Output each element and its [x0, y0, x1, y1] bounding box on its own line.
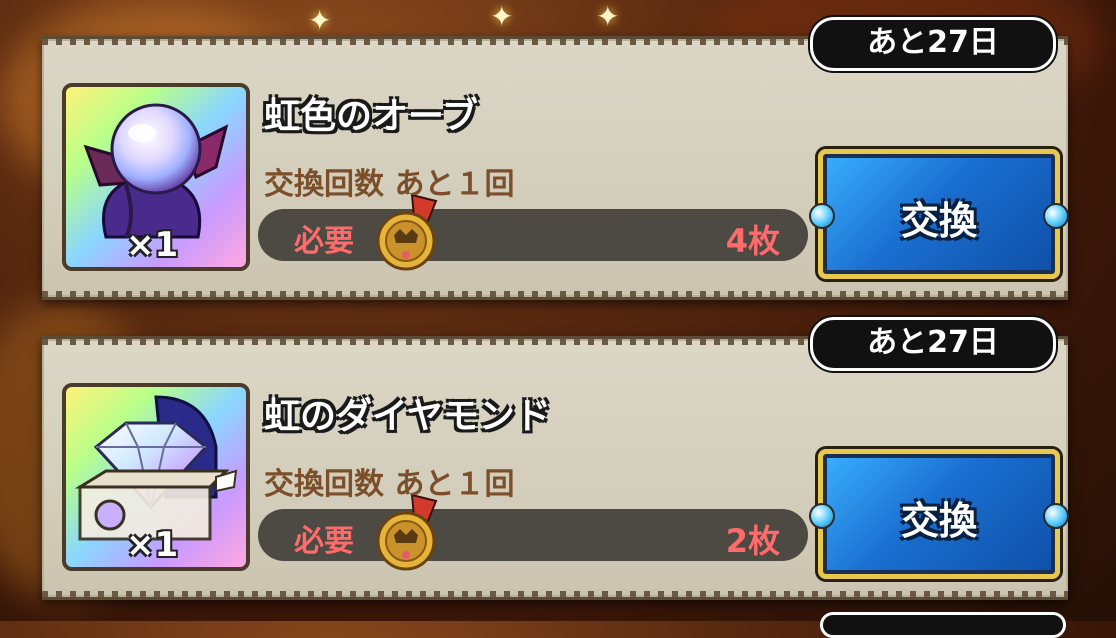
deadline-badge: あと27日: [810, 17, 1056, 71]
exchange-button[interactable]: 交換: [809, 149, 1069, 279]
item-name: 虹色のオーブ: [264, 96, 478, 137]
requirement-bar: 必要 4枚: [258, 195, 808, 271]
requirement-amount: 4枚: [725, 222, 780, 260]
sparkle-icon: ✦: [490, 0, 514, 33]
rainbow-orb-icon[interactable]: ×1: [62, 83, 250, 271]
exchange-button-label: 交換: [900, 199, 977, 243]
item-name: 虹のダイヤモンド: [264, 396, 551, 437]
exchange-button-label: 交換: [900, 499, 977, 543]
deadline-badge: あと27日: [810, 317, 1056, 371]
requirement-bar: 必要 2枚: [258, 495, 808, 571]
requirement-amount: 2枚: [725, 522, 780, 560]
sparkle-icon: ✦: [308, 4, 332, 37]
item-quantity: ×1: [126, 525, 179, 565]
exchange-item-card: あと27日 ×1 虹色のオーブ 交換回数 あと１回 必要 4枚 交換: [42, 17, 1069, 300]
next-card-partial: [820, 612, 1066, 638]
sparkle-icon: ✦: [596, 0, 620, 33]
exchange-button[interactable]: 交換: [809, 449, 1069, 579]
requirement-label: 必要: [294, 224, 354, 259]
exchange-item-card: あと27日 ×1 虹のダイヤモンド 交換回数 あと１回 必要 2枚 交換: [42, 317, 1069, 600]
requirement-label: 必要: [294, 524, 354, 559]
item-quantity: ×1: [126, 225, 179, 265]
medal-icon: [376, 195, 438, 271]
medal-icon: [376, 495, 438, 571]
rainbow-diamond-icon[interactable]: ×1: [62, 383, 250, 571]
